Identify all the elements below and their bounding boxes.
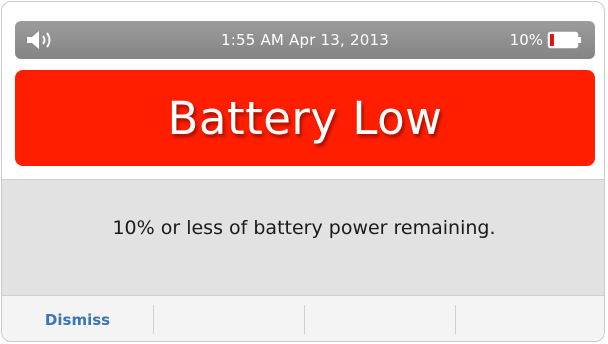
action-slot-2 — [153, 296, 304, 341]
alert-message: 10% or less of battery power remaining. — [112, 217, 496, 239]
action-bar: Dismiss — [2, 296, 604, 341]
battery-low-icon — [547, 31, 581, 49]
alert-banner: Battery Low — [15, 70, 595, 166]
dismiss-button[interactable]: Dismiss — [35, 303, 120, 337]
battery-alert-dialog: 1:55 AM Apr 13, 2013 10% Battery Low 10%… — [1, 1, 605, 342]
status-bar: 1:55 AM Apr 13, 2013 10% — [15, 21, 595, 59]
status-datetime: 1:55 AM Apr 13, 2013 — [221, 31, 389, 49]
battery-percentage: 10% — [509, 31, 543, 49]
action-slot-1: Dismiss — [2, 296, 153, 341]
alert-title: Battery Low — [167, 91, 443, 145]
message-area: 10% or less of battery power remaining. — [2, 179, 604, 296]
action-slot-3 — [304, 296, 455, 341]
action-slot-4 — [455, 296, 604, 341]
